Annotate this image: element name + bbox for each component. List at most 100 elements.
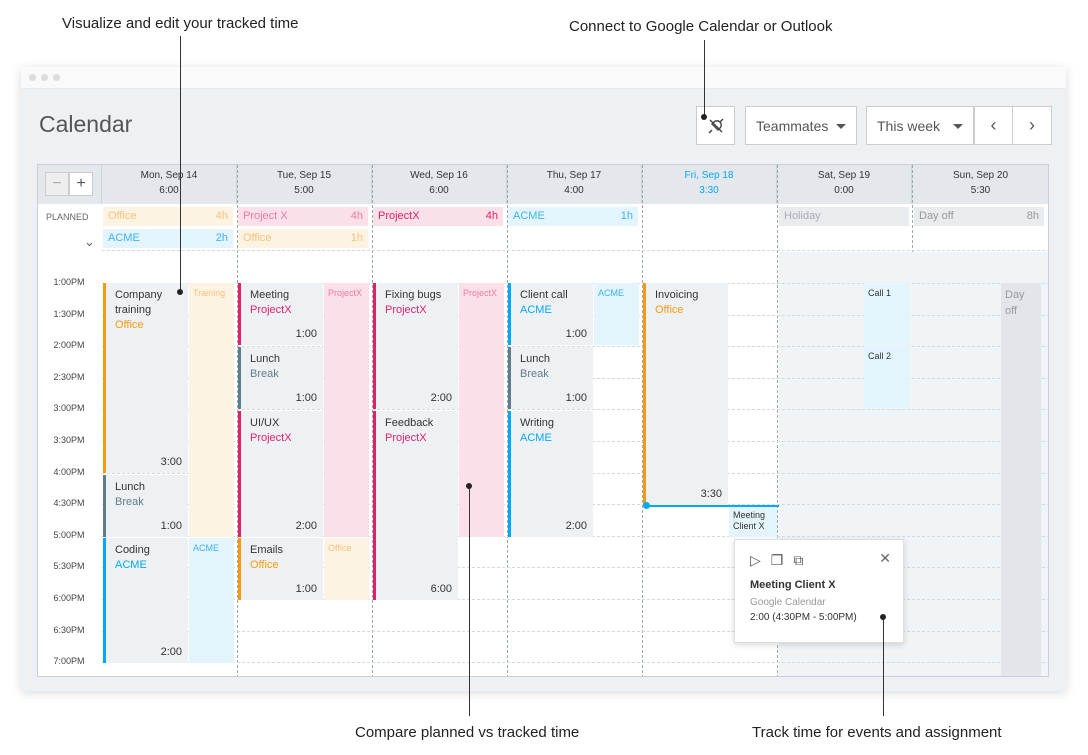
event-block[interactable]: Lunch Break 1:00	[103, 475, 188, 537]
zoom-in-button[interactable]: +	[69, 172, 93, 196]
annotation-dot	[701, 114, 707, 120]
day-total: 5:30	[970, 185, 991, 196]
event-block[interactable]: Feedback ProjectX 6:00	[373, 411, 458, 600]
time-label: 1:00PM	[53, 277, 85, 287]
window-dot	[53, 74, 60, 81]
annotation-line	[469, 486, 470, 716]
current-time-marker	[643, 502, 650, 509]
prev-week-button[interactable]: ‹	[974, 106, 1013, 145]
window-titlebar	[21, 67, 1066, 89]
app-window: Calendar Teammates This week ‹ › − + Mon…	[21, 67, 1066, 691]
event-block[interactable]: Emails Office 1:00	[238, 538, 323, 600]
range-dropdown[interactable]: This week	[866, 106, 974, 145]
popup-source: Google Calendar	[750, 597, 826, 608]
chevron-down-icon	[953, 124, 963, 129]
planned-item[interactable]: Office 1h	[238, 229, 368, 248]
event-block[interactable]: Lunch Break 1:00	[508, 347, 593, 409]
planned-item[interactable]: Project X 4h	[238, 207, 368, 226]
planned-item[interactable]: Day off 8h	[914, 207, 1044, 226]
day-total: 0:00	[834, 185, 854, 196]
annotation-line	[704, 40, 705, 116]
tracked-block[interactable]: ACME	[594, 283, 639, 345]
annotation-dot	[177, 289, 183, 295]
event-block[interactable]: UI/UX ProjectX 2:00	[238, 411, 323, 537]
planned-item[interactable]: ACME 2h	[103, 229, 233, 248]
time-label: 5:30PM	[53, 561, 85, 572]
annotation-line	[883, 617, 884, 716]
teammates-dropdown[interactable]: Teammates	[745, 106, 857, 145]
day-name: Mon, Sep 14	[140, 170, 198, 181]
annotation-connect: Connect to Google Calendar or Outlook	[569, 18, 833, 35]
close-icon[interactable]: ✕	[879, 550, 891, 567]
planned-item[interactable]: Office 4h	[103, 207, 233, 226]
event-block[interactable]: Lunch Break 1:00	[238, 347, 323, 409]
day-header: Tue, Sep 15 5:00	[237, 165, 372, 204]
annotation-visualize: Visualize and edit your tracked time	[62, 15, 299, 32]
calendar-sync-button[interactable]	[696, 106, 735, 145]
time-label: 3:30PM	[53, 435, 85, 445]
event-block[interactable]: Fixing bugs ProjectX 2:00	[373, 283, 458, 409]
day-name: Fri, Sep 18	[684, 170, 734, 181]
event-block[interactable]: Meeting ProjectX 1:00	[238, 283, 323, 345]
event-block[interactable]: Coding ACME 2:00	[103, 538, 188, 663]
event-block[interactable]: Company training Office 3:00	[103, 283, 188, 473]
event-block[interactable]: Invoicing Office 3:30	[643, 283, 728, 505]
tracked-block[interactable]: ACME	[189, 538, 234, 663]
planned-item[interactable]: Holiday	[779, 207, 909, 226]
time-label: 4:00PM	[53, 466, 85, 477]
zoom-out-button[interactable]: −	[45, 172, 69, 196]
sync-icon	[708, 118, 723, 133]
hour-line	[102, 630, 1048, 632]
planned-label: PLANNED	[46, 212, 89, 222]
open-external-icon[interactable]: ⧉	[793, 552, 803, 569]
day-header: Sat, Sep 19 0:00	[777, 165, 912, 204]
hour-line	[102, 662, 1048, 664]
time-label: 7:00PM	[53, 656, 85, 667]
next-week-button[interactable]: ›	[1012, 106, 1052, 145]
time-label: 1:30PM	[53, 308, 85, 319]
day-header: Mon, Sep 14 6:00	[102, 165, 237, 204]
zoom-controls: − +	[38, 165, 102, 204]
tracked-block[interactable]: Call 2	[864, 346, 909, 408]
chevron-down-icon[interactable]: ⌄	[84, 234, 95, 250]
day-total: 4:00	[564, 185, 584, 196]
time-label: 4:30PM	[53, 498, 85, 509]
current-time-line	[646, 505, 779, 507]
annotation-dot	[466, 483, 472, 489]
tracked-block[interactable]: Call 1	[864, 283, 909, 345]
annotation-line	[180, 36, 181, 292]
day-total: 5:00	[294, 185, 314, 196]
planned-item[interactable]: ProjectX 4h	[373, 207, 503, 226]
planned-item[interactable]: ACME 1h	[508, 207, 638, 226]
range-label: This week	[877, 117, 941, 134]
time-label: 3:00PM	[53, 403, 85, 414]
popup-title: Meeting Client X	[750, 579, 836, 591]
day-name: Sun, Sep 20	[952, 170, 1009, 181]
day-total: 6:00	[429, 185, 449, 196]
tracked-block[interactable]: Day off	[1001, 283, 1041, 676]
annotation-dot	[880, 614, 886, 620]
time-label: 5:00PM	[53, 529, 85, 540]
play-icon[interactable]: ▷	[750, 552, 761, 569]
day-total: 3:30	[699, 185, 719, 196]
tracked-block[interactable]: Office	[324, 538, 369, 600]
window-dot	[41, 74, 48, 81]
tracked-block[interactable]: Meeting Client X	[729, 507, 777, 537]
day-header: Thu, Sep 17 4:00	[507, 165, 642, 204]
teammates-label: Teammates	[756, 117, 829, 134]
event-block[interactable]: Writing ACME 2:00	[508, 411, 593, 537]
day-name: Tue, Sep 15	[276, 170, 332, 181]
tracked-block[interactable]: Training	[189, 283, 234, 537]
chevron-down-icon	[836, 124, 846, 129]
event-popup: ▷ ❐ ⧉ ✕ Meeting Client X Google Calendar…	[734, 539, 904, 643]
time-label: 6:00PM	[53, 593, 85, 603]
event-block[interactable]: Client call ACME 1:00	[508, 283, 593, 345]
popup-time: 2:00 (4:30PM - 5:00PM)	[750, 612, 857, 623]
tracked-block[interactable]: ProjectX	[459, 283, 504, 537]
copy-icon[interactable]: ❐	[771, 552, 784, 569]
tracked-block[interactable]: ProjectX	[324, 283, 369, 537]
day-name: Sat, Sep 19	[817, 170, 871, 181]
row-divider	[102, 250, 1048, 251]
day-name: Wed, Sep 16	[410, 170, 468, 181]
time-label: 2:00PM	[53, 340, 85, 351]
